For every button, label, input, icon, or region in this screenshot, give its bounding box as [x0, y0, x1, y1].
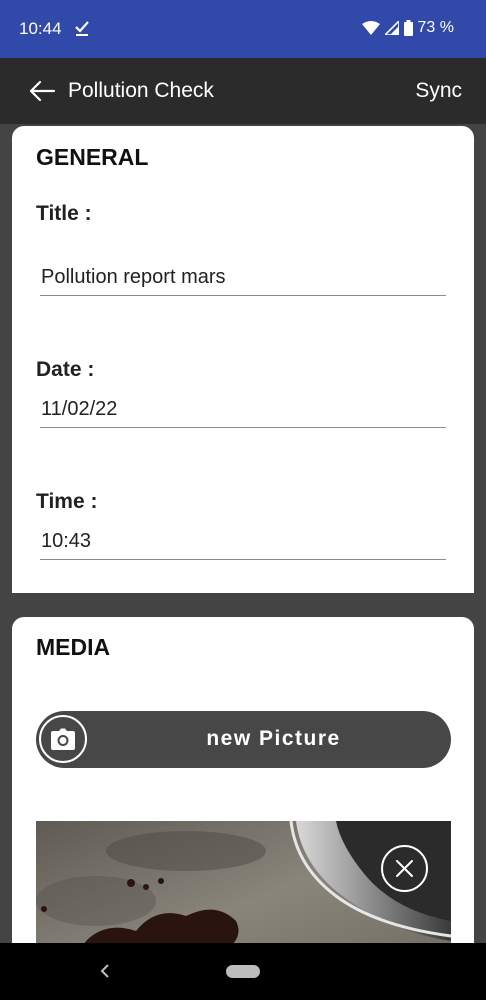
title-label: Title :: [36, 202, 92, 225]
new-picture-button[interactable]: new Picture: [36, 711, 451, 768]
general-card: GENERAL Title : Date : Time :: [12, 126, 474, 593]
media-section-title: MEDIA: [36, 634, 111, 660]
sync-button[interactable]: Sync: [415, 79, 462, 103]
title-field[interactable]: [40, 260, 446, 296]
nav-home-handle[interactable]: [226, 965, 260, 978]
status-bar: 10:44 73 %: [0, 0, 486, 58]
task-done-icon: [74, 18, 90, 43]
media-card: MEDIA new Picture: [12, 617, 474, 977]
nav-back-icon[interactable]: [99, 963, 111, 984]
battery-icon: [403, 20, 413, 36]
page-title: Pollution Check: [68, 79, 214, 102]
camera-icon: [39, 715, 87, 763]
time-field[interactable]: [40, 524, 446, 560]
new-picture-label: new Picture: [206, 727, 341, 750]
date-field[interactable]: [40, 392, 446, 428]
app-bar: Pollution Check Sync: [0, 58, 486, 124]
arrow-left-icon[interactable]: [28, 76, 58, 106]
navigation-bar: [0, 943, 486, 1000]
close-icon[interactable]: [381, 845, 428, 892]
general-section-title: GENERAL: [36, 144, 149, 170]
wifi-icon: [361, 21, 380, 35]
time-label: Time :: [36, 490, 98, 513]
date-label: Date :: [36, 358, 95, 381]
battery-percent: 73 %: [417, 19, 454, 36]
signal-icon: [384, 21, 399, 35]
status-time: 10:44: [19, 19, 62, 38]
